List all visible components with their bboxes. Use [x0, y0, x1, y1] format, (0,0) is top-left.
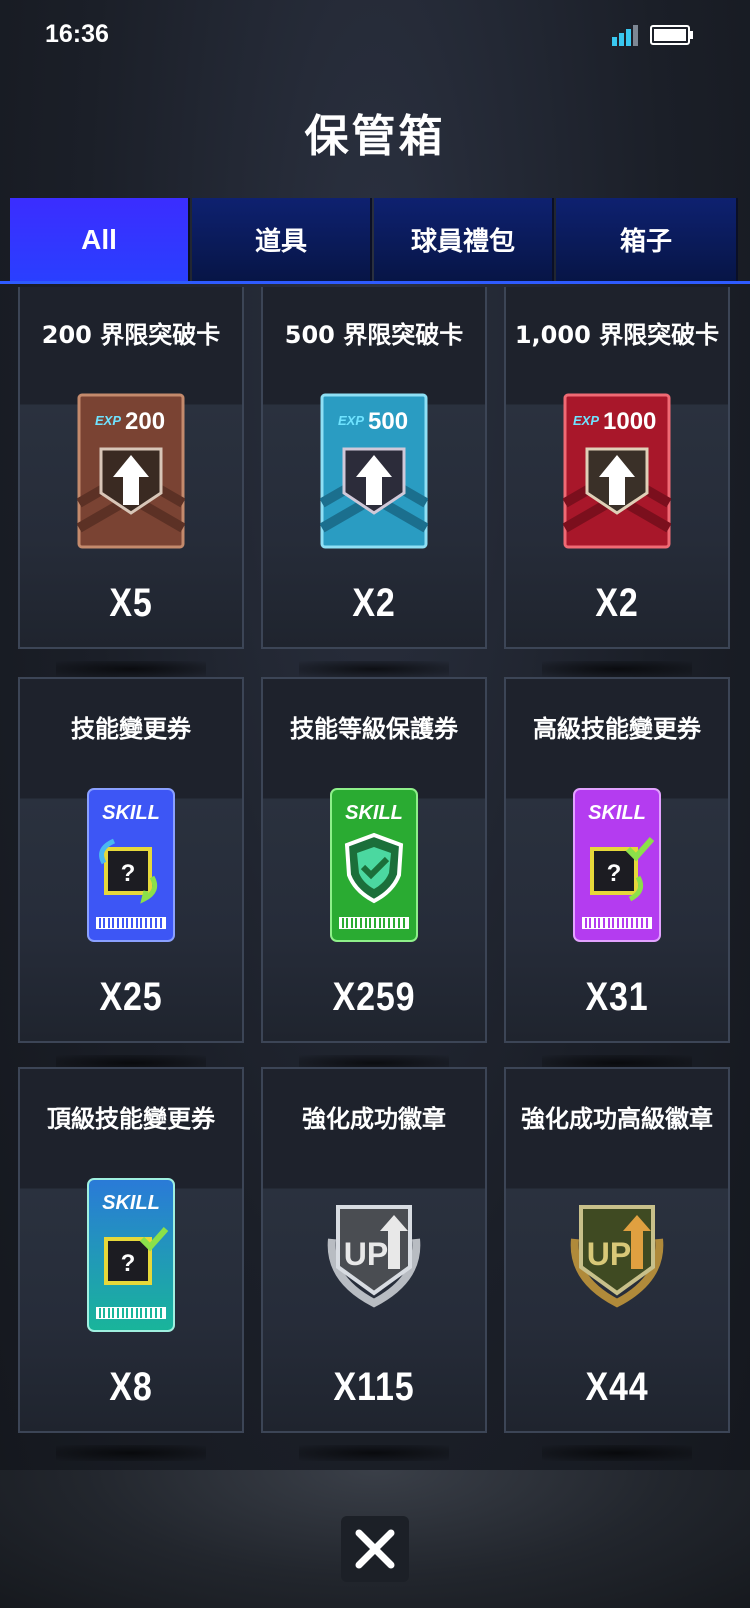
exp-card-blue-icon: EXP 500	[320, 393, 428, 549]
svg-text:?: ?	[121, 860, 136, 887]
item-quantity: X31	[585, 975, 649, 1019]
page-title: 保管箱	[304, 111, 446, 162]
item-quantity: X115	[333, 1365, 415, 1409]
item-card[interactable]: 200 界限突破卡 EXP 200 X5	[18, 287, 244, 677]
item-quantity: X44	[585, 1365, 649, 1409]
item-card[interactable]: 強化成功徽章 UP X115	[261, 1067, 487, 1461]
skill-ticket-green-icon: SKILL	[330, 788, 418, 942]
item-name: 1,000 界限突破卡	[514, 321, 720, 349]
svg-text:EXP: EXP	[95, 413, 121, 428]
svg-text:SKILL: SKILL	[345, 802, 403, 824]
item-quantity: X8	[109, 1365, 153, 1409]
tab-boxes-label: 箱子	[619, 227, 672, 257]
item-card[interactable]: 技能變更券 SKILL ? X25	[18, 677, 244, 1071]
exp-card-bronze-icon: EXP 200	[77, 393, 185, 549]
item-card[interactable]: 高級技能變更券 SKILL ? X31	[504, 677, 730, 1071]
exp-card-red-icon: EXP 1000	[563, 393, 671, 549]
status-time: 16:36	[45, 20, 109, 48]
tab-all[interactable]: All	[10, 198, 190, 281]
tab-player-packs-label: 球員禮包	[410, 227, 515, 257]
item-card[interactable]: 1,000 界限突破卡 EXP 1000 X2	[504, 287, 730, 677]
item-name: 技能變更券	[71, 715, 191, 743]
item-grid: 200 界限突破卡 EXP 200 X5 500 界限突破卡 EXP 500 X…	[0, 287, 750, 1467]
item-name: 高級技能變更券	[533, 715, 701, 743]
item-quantity: X5	[109, 581, 153, 625]
svg-text:UP: UP	[344, 1236, 388, 1272]
item-card[interactable]: 強化成功高級徽章 UP X44	[504, 1067, 730, 1461]
close-icon	[355, 1529, 395, 1569]
svg-text:EXP: EXP	[573, 413, 599, 428]
item-quantity: X2	[352, 581, 396, 625]
item-quantity: X259	[332, 975, 416, 1019]
item-name: 強化成功高級徽章	[521, 1105, 713, 1133]
svg-text:SKILL: SKILL	[102, 802, 160, 824]
skill-ticket-purple-icon: SKILL ?	[573, 788, 661, 942]
item-name: 強化成功徽章	[302, 1105, 446, 1133]
tab-player-packs[interactable]: 球員禮包	[374, 198, 554, 281]
battery-icon	[650, 25, 693, 45]
svg-text:SKILL: SKILL	[588, 802, 646, 824]
item-name: 200 界限突破卡	[41, 321, 221, 349]
close-button[interactable]	[341, 1516, 409, 1582]
item-name: 500 界限突破卡	[284, 321, 464, 349]
item-card[interactable]: 技能等級保護券 SKILL X259	[261, 677, 487, 1071]
svg-text:?: ?	[121, 1250, 136, 1277]
item-name: 技能等級保護券	[290, 715, 458, 743]
svg-text:SKILL: SKILL	[102, 1192, 160, 1214]
tab-boxes[interactable]: 箱子	[556, 198, 738, 281]
tab-bar: All 道具 球員禮包 箱子	[0, 198, 750, 284]
item-card[interactable]: 頂級技能變更券 SKILL ? X8	[18, 1067, 244, 1461]
svg-text:1000: 1000	[603, 408, 656, 435]
tab-all-label: All	[81, 223, 117, 255]
tab-items-label: 道具	[254, 227, 307, 257]
item-quantity: X2	[595, 581, 639, 625]
skill-ticket-teal-icon: SKILL ?	[87, 1178, 175, 1332]
svg-text:500: 500	[368, 408, 408, 435]
up-badge-silver-icon: UP	[327, 1205, 421, 1308]
svg-text:EXP: EXP	[338, 413, 364, 428]
item-quantity: X25	[99, 975, 163, 1019]
svg-text:UP: UP	[587, 1236, 631, 1272]
svg-text:?: ?	[607, 860, 622, 887]
signal-icon	[612, 25, 638, 46]
svg-text:200: 200	[125, 408, 165, 435]
up-badge-gold-icon: UP	[570, 1205, 664, 1308]
item-card[interactable]: 500 界限突破卡 EXP 500 X2	[261, 287, 487, 677]
skill-ticket-blue-icon: SKILL ?	[87, 788, 175, 942]
tab-items[interactable]: 道具	[192, 198, 372, 281]
item-name: 頂級技能變更券	[47, 1105, 215, 1133]
status-bar: 16:36	[0, 0, 750, 70]
